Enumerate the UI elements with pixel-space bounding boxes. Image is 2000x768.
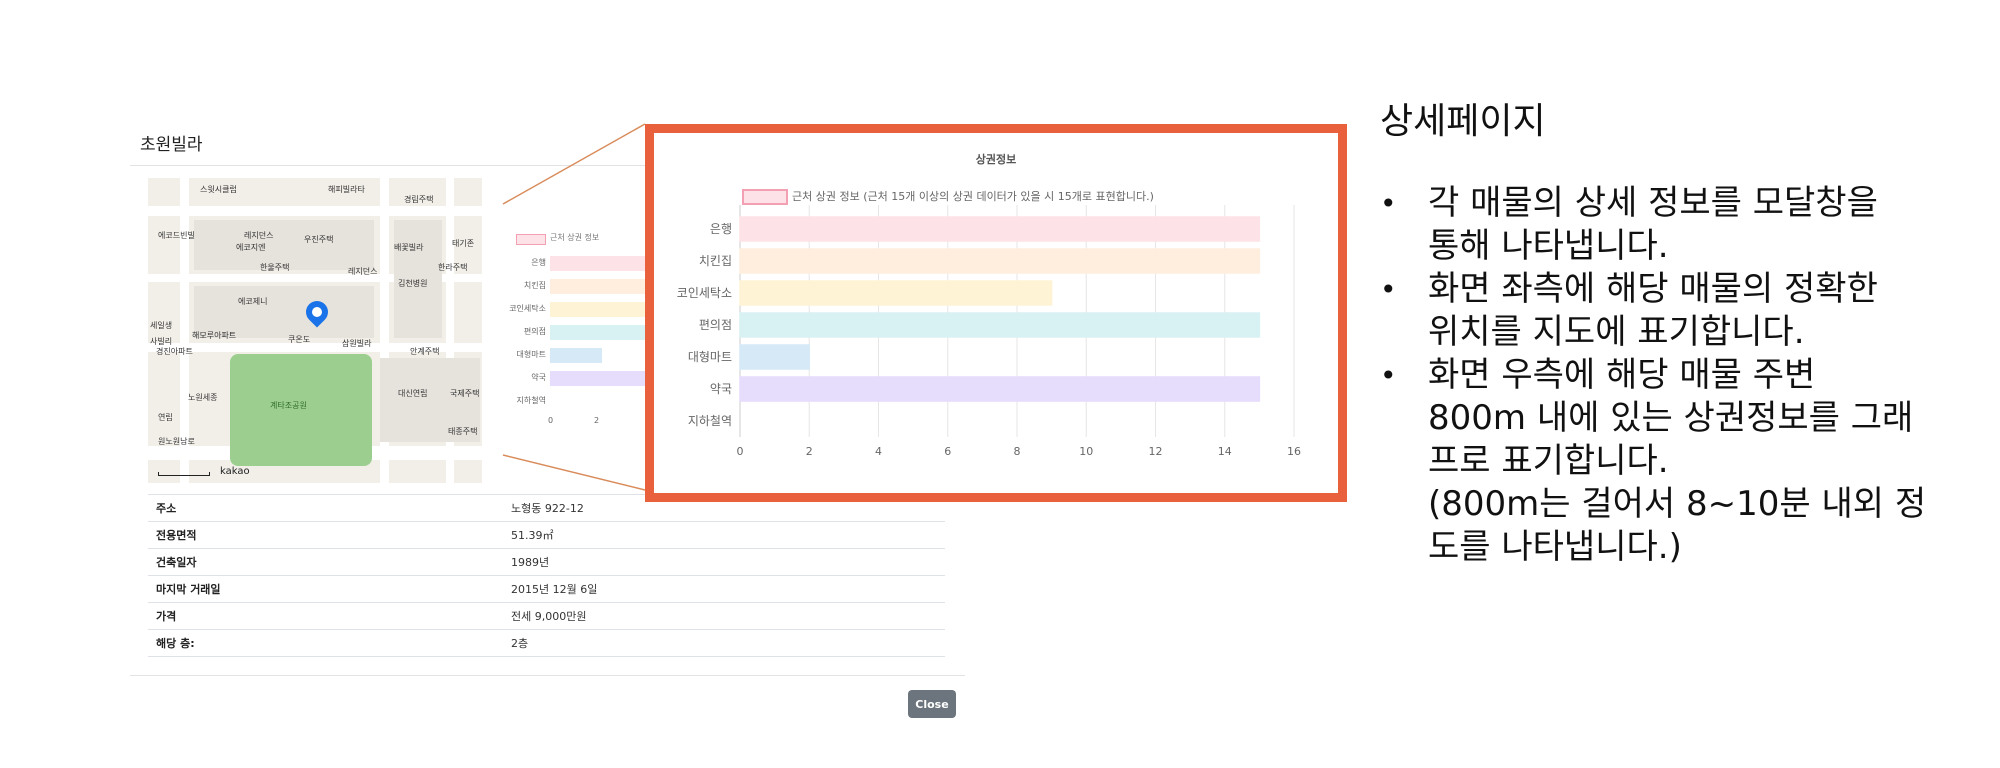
map-label: 삼원빌라 <box>342 339 372 348</box>
x-tick-label: 4 <box>875 445 882 458</box>
x-tick-label: 16 <box>1287 445 1301 458</box>
map-label: 레지던스 <box>244 231 274 240</box>
y-category-label: 지하철역 <box>688 414 732 428</box>
map-label: 스윗시클럽 <box>200 185 237 194</box>
y-category-label: 약국 <box>710 381 732 396</box>
mini-row-label: 편의점 <box>523 327 546 336</box>
mini-row-label: 약국 <box>531 373 546 382</box>
row-value: 전세 9,000만원 <box>503 602 945 630</box>
table-row: 건축일자 1989년 <box>148 548 945 576</box>
x-tick-label: 8 <box>1014 445 1021 458</box>
y-category-label: 편의점 <box>699 318 732 332</box>
map-scale-bar <box>158 472 210 476</box>
map-label: 해피빌라타 <box>328 185 365 194</box>
y-category-label: 대형마트 <box>688 350 732 364</box>
map-road <box>148 206 482 216</box>
mini-bar <box>550 302 660 317</box>
row-key: 전용면적 <box>148 521 503 549</box>
map-park-label: 계타조공원 <box>270 401 307 410</box>
x-tick-label: 6 <box>944 445 951 458</box>
mini-legend-label: 근처 상권 정보 <box>550 233 600 242</box>
modal-title: 초원빌라 <box>140 135 203 155</box>
row-key: 건축일자 <box>148 548 503 576</box>
mini-bar <box>550 279 660 294</box>
bar-chart: 0 2 4 6 8 10 12 14 16 은행치킨집코인세탁소편의점대형마트약국지하철역 <box>677 205 1301 458</box>
x-tick-label: 14 <box>1218 445 1232 458</box>
row-value: 1989년 <box>503 548 945 576</box>
bar <box>739 312 1261 338</box>
map-label: 한라주택 <box>438 263 468 272</box>
map-label: 세일생 <box>150 321 173 330</box>
description-item: 각 매물의 상세 정보를 모달창을 통해 나타냅니다. <box>1380 182 1980 268</box>
table-row: 마지막 거래일 2015년 12월 6일 <box>148 575 945 603</box>
mini-row-label: 대형마트 <box>516 350 546 359</box>
map-label: 태기존 <box>452 239 475 248</box>
bar <box>739 376 1261 402</box>
row-value: 2층 <box>503 629 945 657</box>
map-label: 경림주택 <box>404 195 434 204</box>
bar <box>739 216 1261 242</box>
map-label: 우진주택 <box>304 235 334 244</box>
mini-row-label: 치킨집 <box>523 281 546 290</box>
map-label: 배꽃빌라 <box>394 243 424 252</box>
map-label: 국제주택 <box>450 389 480 398</box>
x-tick-label: 2 <box>806 445 813 458</box>
bar <box>739 248 1261 274</box>
zoomed-chart-panel: 상권정보 근처 상권 정보 (근처 15개 이상의 상권 데이터가 있을 시 1… <box>645 124 1347 502</box>
map-label: 김천병원 <box>398 279 428 288</box>
map-label: 레지던스 <box>348 267 378 276</box>
row-key: 해당 층: <box>148 629 503 657</box>
mini-bar <box>550 371 660 386</box>
mini-legend-swatch <box>516 234 546 245</box>
row-value: 2015년 12월 6일 <box>503 575 945 603</box>
table-row: 해당 층: 2층 <box>148 629 945 657</box>
y-category-label: 치킨집 <box>699 254 732 268</box>
description-item: 화면 좌측에 해당 매물의 정확한 위치를 지도에 표기합니다. <box>1380 268 1980 354</box>
row-value: 51.39㎡ <box>503 521 945 549</box>
y-category-label: 코인세탁소 <box>677 286 732 300</box>
mini-bar <box>550 348 602 363</box>
table-row: 가격 전세 9,000만원 <box>148 602 945 630</box>
description-list: 각 매물의 상세 정보를 모달창을 통해 나타냅니다. 화면 좌측에 해당 매물… <box>1380 182 1980 569</box>
map-label: 에코드빈빌 <box>158 231 195 240</box>
mini-tick-label: 0 <box>548 416 554 425</box>
property-info-table: 주소 노형동 922-12 전용면적 51.39㎡ 건축일자 1989년 마지막 거래… <box>148 494 945 657</box>
table-row: 전용면적 51.39㎡ <box>148 521 945 549</box>
map-logo: kakao <box>220 466 250 477</box>
y-category-label: 은행 <box>710 221 732 236</box>
row-key: 주소 <box>148 494 503 522</box>
map-label: 에코제니 <box>238 297 268 306</box>
bar <box>739 280 1053 306</box>
mini-tick-label: 2 <box>594 416 600 425</box>
map-label: 원노원남로 <box>158 437 195 446</box>
map-label: 쿠온도 <box>288 335 311 344</box>
modal-footer-divider <box>130 675 965 676</box>
property-map[interactable]: 스윗시클럽 해피빌라타 경림주택 에코드빈빌 레지던스 우진주택 에코지엔 배꽃… <box>148 178 482 483</box>
map-label: 연립 <box>158 413 173 422</box>
map-label: 에코지엔 <box>236 243 266 252</box>
mini-row-label: 지하철역 <box>516 396 546 405</box>
mini-row-label: 은행 <box>531 258 546 267</box>
mini-row-label: 코인세탁소 <box>509 304 546 313</box>
x-tick-label: 10 <box>1079 445 1093 458</box>
map-label: 한울주택 <box>260 263 290 272</box>
x-tick-label: 12 <box>1149 445 1163 458</box>
description-title: 상세페이지 <box>1380 101 1546 142</box>
map-label: 사빌리 <box>150 337 173 346</box>
map-label: 해모루아파트 <box>192 331 237 340</box>
mini-bar <box>550 325 660 340</box>
row-key: 가격 <box>148 602 503 630</box>
map-label: 태종주택 <box>448 427 478 436</box>
x-tick-label: 0 <box>737 445 744 458</box>
close-button[interactable]: Close <box>908 690 956 718</box>
map-label: 대신연립 <box>398 389 428 398</box>
mini-chart: 근처 상권 정보 은행 치킨집 코인세탁소 편의점 대형마트 약국 지하철역 0… <box>498 210 660 460</box>
row-key: 마지막 거래일 <box>148 575 503 603</box>
map-label: 안계주택 <box>410 347 440 356</box>
bar <box>739 344 810 370</box>
map-label: 노원세종 <box>188 393 218 402</box>
mini-bar <box>550 256 660 271</box>
description-item: 화면 우측에 해당 매물 주변 800m 내에 있는 상권정보를 그래 프로 표… <box>1380 354 1980 569</box>
map-label: 경진아파트 <box>156 347 193 356</box>
